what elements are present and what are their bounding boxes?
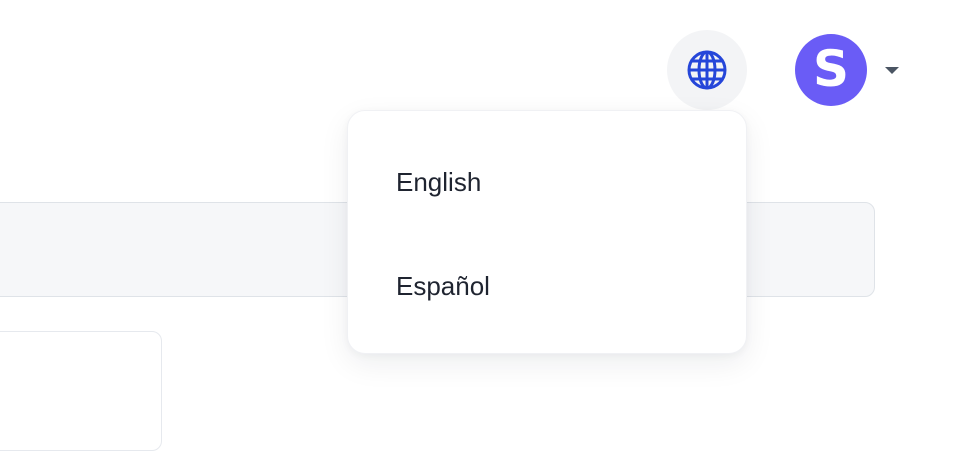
user-menu[interactable]: S [795,34,899,106]
content-card-background [0,331,162,451]
globe-icon [687,50,727,90]
caret-down-icon[interactable] [885,66,899,74]
avatar-initial: S [812,39,849,98]
language-dropdown: English Español [347,110,747,354]
language-option-english[interactable]: English [396,169,481,195]
avatar[interactable]: S [795,34,867,106]
language-option-espanol[interactable]: Español [396,273,490,299]
language-button[interactable] [667,30,747,110]
